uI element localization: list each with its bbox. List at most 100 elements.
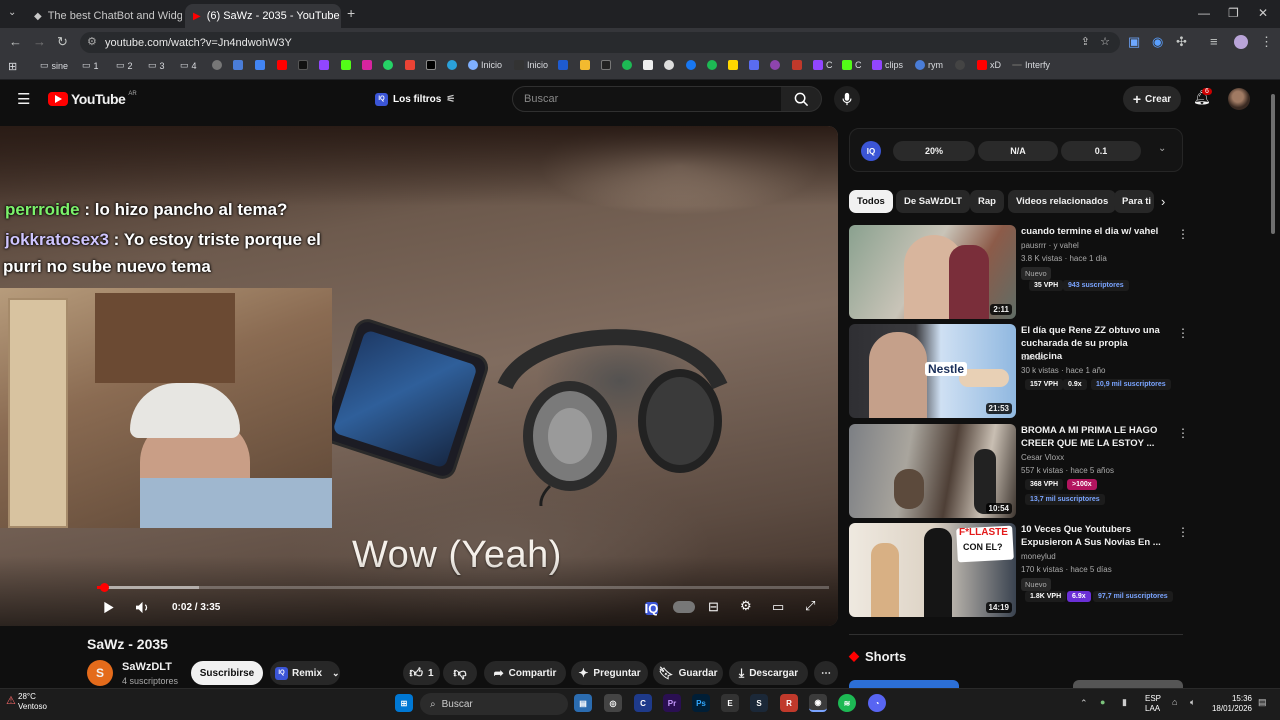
clock[interactable]: 15:36 18/01/2026 <box>1210 694 1252 714</box>
bookmark-star-icon[interactable] <box>233 60 243 70</box>
channel-name[interactable]: SaWzDLT <box>122 661 172 673</box>
bookmark-inicio-2[interactable]: Inicio <box>514 60 548 70</box>
site-info-icon[interactable]: ⚙ <box>87 35 97 48</box>
reading-list-icon[interactable]: ≡ <box>1210 34 1218 49</box>
extension-translate-icon[interactable]: ▣ <box>1128 34 1140 50</box>
network-icon[interactable]: ⌂ <box>1172 697 1177 707</box>
bookmark-facebook-icon[interactable] <box>686 60 696 70</box>
channel-name[interactable]: moneylud <box>1021 552 1056 561</box>
volume-tray-icon[interactable]: 🔈︎ <box>1190 697 1195 708</box>
share-button[interactable]: ➦ Compartir <box>484 661 566 685</box>
more-vertical-icon[interactable]: ⋮ <box>1177 426 1189 440</box>
autoplay-toggle[interactable] <box>673 601 695 613</box>
bookmark-chatgpt-icon[interactable] <box>212 60 222 70</box>
like-button[interactable]: 👍︎ 1 <box>403 661 440 685</box>
notification-center-icon[interactable]: ▤ <box>1258 697 1267 708</box>
weather-widget[interactable]: 28°C Ventoso <box>18 692 47 712</box>
bookmark-rym[interactable]: rym <box>915 60 943 70</box>
forward-icon[interactable]: → <box>33 34 46 49</box>
bookmark-whatsapp-icon[interactable] <box>383 60 393 70</box>
chip-de-sawzdlt[interactable]: De SaWzDLT <box>896 190 970 213</box>
bookmark-kick-icon[interactable] <box>341 60 351 70</box>
short-thumbnail[interactable] <box>1073 680 1183 688</box>
bookmark-folder-3[interactable]: ▭ 3 <box>148 60 165 71</box>
recommendation-item[interactable]: 2:11 cuando termine el dia w/ vahel paus… <box>849 225 1189 320</box>
tab-list-icon[interactable]: ⌄ <box>8 7 16 18</box>
more-vertical-icon[interactable]: ⋮ <box>1177 227 1189 241</box>
volume-icon[interactable] <box>135 601 150 614</box>
youtube-logo[interactable]: YouTube AR <box>48 91 137 107</box>
bookmark-spotify-icon[interactable] <box>707 60 717 70</box>
browser-menu-icon[interactable]: ⋮ <box>1260 34 1273 50</box>
reload-icon[interactable]: ↻ <box>57 34 68 50</box>
profile-avatar[interactable] <box>1234 35 1248 49</box>
bookmark-cloud-icon[interactable] <box>664 60 674 70</box>
browser-tab-youtube[interactable]: ▶ (6) SaWz - 2035 - YouTube ✕ <box>185 4 341 28</box>
tray-mic-icon[interactable]: ▮ <box>1122 697 1127 708</box>
language-indicator[interactable]: ESP LAA <box>1145 694 1161 714</box>
discord-icon[interactable]: ◔ <box>868 694 886 712</box>
scrubber-handle[interactable] <box>99 583 109 592</box>
extension-shield-icon[interactable]: ◉ <box>1152 34 1163 50</box>
progress-bar[interactable] <box>97 583 829 592</box>
bookmark-x2-icon[interactable] <box>601 60 611 70</box>
browser-tab-chatbot[interactable]: ◆ The best ChatBot and Widgets f ✕ <box>26 4 182 28</box>
chip-para-ti[interactable]: Para ti <box>1114 190 1154 213</box>
windows-start-icon[interactable]: ⊞ <box>395 694 413 712</box>
bookmark-inicio-1[interactable]: Inicio <box>468 60 502 70</box>
bookmark-star-icon[interactable]: ☆ <box>1100 35 1110 48</box>
account-avatar[interactable] <box>1228 88 1250 110</box>
more-actions-button[interactable]: ⋯ <box>814 661 838 685</box>
apps-grid-icon[interactable]: ⊞ <box>8 60 17 73</box>
theater-mode-icon[interactable]: ▭ <box>772 599 784 615</box>
premiere-icon[interactable]: Pr <box>663 694 681 712</box>
bookmark-tiktok-icon[interactable] <box>298 60 308 70</box>
minimize-icon[interactable]: — <box>1198 6 1210 20</box>
dislike-button[interactable]: 👎︎ <box>443 661 477 685</box>
video-title[interactable]: BROMA A MI PRIMA LE HAGO CREER QUE ME LA… <box>1021 424 1161 450</box>
obs-icon[interactable]: ◎ <box>604 694 622 712</box>
bookmark-dark-icon[interactable] <box>955 60 965 70</box>
bookmark-purple-icon[interactable] <box>770 60 780 70</box>
thumbnail[interactable]: Nestle 21:53 <box>849 324 1016 418</box>
bookmark-translate-icon[interactable] <box>255 60 265 70</box>
subtitles-icon[interactable]: ⊟ <box>708 599 719 615</box>
bookmark-telegram-icon[interactable] <box>447 60 457 70</box>
bookmark-app-icon[interactable] <box>558 60 568 70</box>
bookmark-youtube-icon[interactable] <box>277 60 287 70</box>
ask-button[interactable]: ✦ Preguntar <box>571 661 648 685</box>
subscribe-button[interactable]: Suscribirse <box>191 661 263 685</box>
short-thumbnail[interactable] <box>849 680 959 688</box>
riot-icon[interactable]: R <box>780 694 798 712</box>
new-tab-icon[interactable]: + <box>347 5 355 21</box>
channel-name[interactable]: Samsa <box>1021 353 1046 362</box>
file-explorer-icon[interactable]: ▤ <box>574 694 592 712</box>
tray-app-icon[interactable]: ● <box>1100 697 1105 707</box>
bookmark-binance-icon[interactable] <box>580 60 590 70</box>
chevron-right-icon[interactable]: › <box>1161 194 1165 209</box>
bookmark-interfy[interactable]: Interfy <box>1012 60 1050 70</box>
back-icon[interactable]: ← <box>9 34 22 49</box>
chrome-icon[interactable]: ◉ <box>809 694 827 712</box>
bookmark-twitch-icon[interactable] <box>319 60 329 70</box>
bookmark-gmail-icon[interactable] <box>405 60 415 70</box>
bookmark-instagram-icon[interactable] <box>362 60 372 70</box>
bookmark-a-icon[interactable] <box>643 60 653 70</box>
chevron-down-icon[interactable]: ⌄ <box>1158 143 1166 154</box>
bookmark-x-icon[interactable] <box>426 60 436 70</box>
install-app-icon[interactable]: ⇪ <box>1081 35 1090 48</box>
recommendation-item[interactable]: F*LLASTE CON EL? 14:19 10 Veces Que Yout… <box>849 523 1189 618</box>
more-vertical-icon[interactable]: ⋮ <box>1177 326 1189 340</box>
bookmark-red-icon[interactable] <box>792 60 802 70</box>
bookmark-green-icon[interactable] <box>622 60 632 70</box>
page-scrollbar[interactable] <box>1270 82 1276 688</box>
play-icon[interactable] <box>103 601 115 614</box>
chip-todos[interactable]: Todos <box>849 190 893 213</box>
spotify-icon[interactable]: ≋ <box>838 694 856 712</box>
tray-chevron-icon[interactable]: ⌃ <box>1080 698 1088 709</box>
channel-name[interactable]: Cesar Vloxx <box>1021 453 1064 462</box>
photoshop-icon[interactable]: Ps <box>692 694 710 712</box>
bookmark-folder-1[interactable]: ▭ 1 <box>82 60 99 71</box>
bookmark-kick-c[interactable]: C <box>842 60 862 70</box>
thumbnail[interactable]: F*LLASTE CON EL? 14:19 <box>849 523 1016 617</box>
